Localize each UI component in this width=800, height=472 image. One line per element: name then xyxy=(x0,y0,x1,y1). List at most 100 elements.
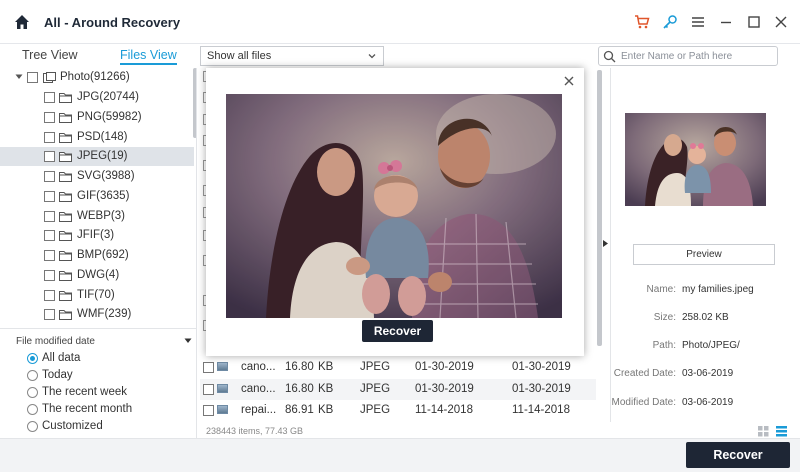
divider xyxy=(0,328,196,329)
expand-arrow-icon[interactable] xyxy=(15,74,23,80)
meta-label: Size: xyxy=(653,312,676,323)
search-input[interactable] xyxy=(621,49,771,63)
radio-button[interactable] xyxy=(27,421,38,432)
tree-root-photo[interactable]: Photo(91266) xyxy=(0,68,194,87)
radio-button[interactable] xyxy=(27,353,38,364)
family-photo-thumbnail xyxy=(625,113,766,206)
folder-icon xyxy=(59,172,72,182)
radio-button[interactable] xyxy=(27,404,38,415)
file-filter-select[interactable]: Show all files xyxy=(200,46,384,66)
tree-checkbox[interactable] xyxy=(44,190,55,202)
file-size: 86.91 xyxy=(285,404,314,416)
meta-value: 03-06-2019 xyxy=(682,368,734,379)
file-size: 16.80 xyxy=(285,361,314,373)
folder-tree: Photo(91266) JPG(20744) PNG(59982) PSD(148… xyxy=(0,68,195,326)
home-icon[interactable] xyxy=(14,14,30,30)
file-modified: 11-14-2018 xyxy=(512,404,570,416)
cart-icon[interactable] xyxy=(634,14,650,30)
tree-checkbox[interactable] xyxy=(44,309,55,321)
file-created: 01-30-2019 xyxy=(415,361,474,373)
folder-icon xyxy=(59,310,72,321)
recover-button[interactable]: Recover xyxy=(686,442,790,468)
file-size-unit: KB xyxy=(318,404,334,416)
folder-icon xyxy=(59,93,72,103)
items-summary: 238443 items, 77.43 GB xyxy=(206,426,304,436)
photo-folder-icon xyxy=(43,72,56,83)
close-icon[interactable] xyxy=(564,76,574,86)
preview-button[interactable]: Preview xyxy=(633,244,775,265)
tree-item[interactable]: PNG(59982) xyxy=(0,108,194,127)
file-name: repai... xyxy=(241,404,277,416)
tree-root-label: Photo(91266) xyxy=(60,71,130,83)
collapse-arrow-icon[interactable] xyxy=(603,240,608,247)
tree-item[interactable]: JPEG(19) xyxy=(0,147,194,167)
file-type: JPEG xyxy=(360,382,391,395)
title-bar: All - Around Recovery xyxy=(0,0,800,44)
file-created: 01-30-2019 xyxy=(415,382,474,395)
table-row[interactable]: cano... 16.80 KB JPEG 01-30-2019 01-30-2019 xyxy=(200,378,596,400)
tree-checkbox[interactable] xyxy=(44,269,55,281)
tree-checkbox[interactable] xyxy=(44,250,55,261)
tree-checkbox[interactable] xyxy=(27,72,38,83)
date-filter-heading[interactable]: File modified date xyxy=(16,336,95,347)
meta-label: Created Date: xyxy=(613,368,676,379)
preview-thumbnail xyxy=(625,113,766,206)
radio-button[interactable] xyxy=(27,370,38,381)
search-icon xyxy=(603,50,616,63)
modal-recover-button[interactable]: Recover xyxy=(362,320,433,342)
tree-checkbox[interactable] xyxy=(44,289,55,301)
tree-checkbox[interactable] xyxy=(44,230,55,242)
list-view-icon[interactable] xyxy=(776,426,787,437)
tree-item-label: JFIF(3) xyxy=(77,229,115,242)
close-icon[interactable] xyxy=(773,14,789,30)
maximize-icon[interactable] xyxy=(746,14,762,30)
menu-icon[interactable] xyxy=(690,14,706,30)
folder-icon xyxy=(59,211,72,222)
chevron-down-icon xyxy=(368,54,376,59)
image-file-icon xyxy=(217,383,228,393)
tree-item-label: JPEG(19) xyxy=(77,150,128,163)
file-type: JPEG xyxy=(360,404,391,416)
folder-icon xyxy=(59,132,72,143)
tree-item[interactable]: PSD(148) xyxy=(0,128,194,147)
folder-icon xyxy=(59,290,72,301)
tab-tree-view[interactable]: Tree View xyxy=(22,48,78,62)
tree-item[interactable]: JPG(20744) xyxy=(0,88,194,107)
chevron-down-icon[interactable] xyxy=(184,338,192,344)
row-checkbox[interactable] xyxy=(203,383,214,395)
row-checkbox[interactable] xyxy=(203,405,214,416)
key-icon[interactable] xyxy=(662,14,678,30)
tree-checkbox[interactable] xyxy=(44,210,55,222)
tree-item[interactable]: DWG(4) xyxy=(0,266,194,285)
folder-icon xyxy=(59,191,72,202)
table-row[interactable]: repai... 86.91 KB JPEG 11-14-2018 11-14-2018 xyxy=(200,400,596,421)
tree-checkbox[interactable] xyxy=(44,131,55,143)
tree-item[interactable]: SVG(3988) xyxy=(0,167,194,186)
tree-item[interactable]: JFIF(3) xyxy=(0,226,194,245)
tree-checkbox[interactable] xyxy=(44,171,55,182)
tree-item-label: WEBP(3) xyxy=(77,209,125,222)
tree-item-label: SVG(3988) xyxy=(77,170,135,182)
tree-item[interactable]: WEBP(3) xyxy=(0,207,194,226)
meta-value: 03-06-2019 xyxy=(682,397,734,408)
file-list-scrollbar[interactable] xyxy=(597,70,602,346)
grid-view-icon[interactable] xyxy=(758,426,769,437)
date-filter-option-label: The recent week xyxy=(42,386,128,398)
tree-checkbox[interactable] xyxy=(44,151,55,163)
column-divider xyxy=(196,68,197,438)
tree-item[interactable]: GIF(3635) xyxy=(0,187,194,206)
app-title: All - Around Recovery xyxy=(44,15,181,30)
tree-item[interactable]: BMP(692) xyxy=(0,246,194,265)
tree-item[interactable]: TIF(70) xyxy=(0,286,194,305)
tree-item-label: TIF(70) xyxy=(77,288,115,301)
tree-checkbox[interactable] xyxy=(44,111,55,123)
tree-item[interactable]: WMF(239) xyxy=(0,305,194,324)
minimize-icon[interactable] xyxy=(718,14,734,30)
tree-checkbox[interactable] xyxy=(44,92,55,103)
radio-button[interactable] xyxy=(27,387,38,398)
table-row[interactable]: cano... 16.80 KB JPEG 01-30-2019 01-30-2019 xyxy=(200,357,596,378)
photo-preview-modal: Recover xyxy=(206,68,584,356)
row-checkbox[interactable] xyxy=(203,362,214,373)
file-modified: 01-30-2019 xyxy=(512,382,571,395)
tab-files-view[interactable]: Files View xyxy=(120,48,177,65)
